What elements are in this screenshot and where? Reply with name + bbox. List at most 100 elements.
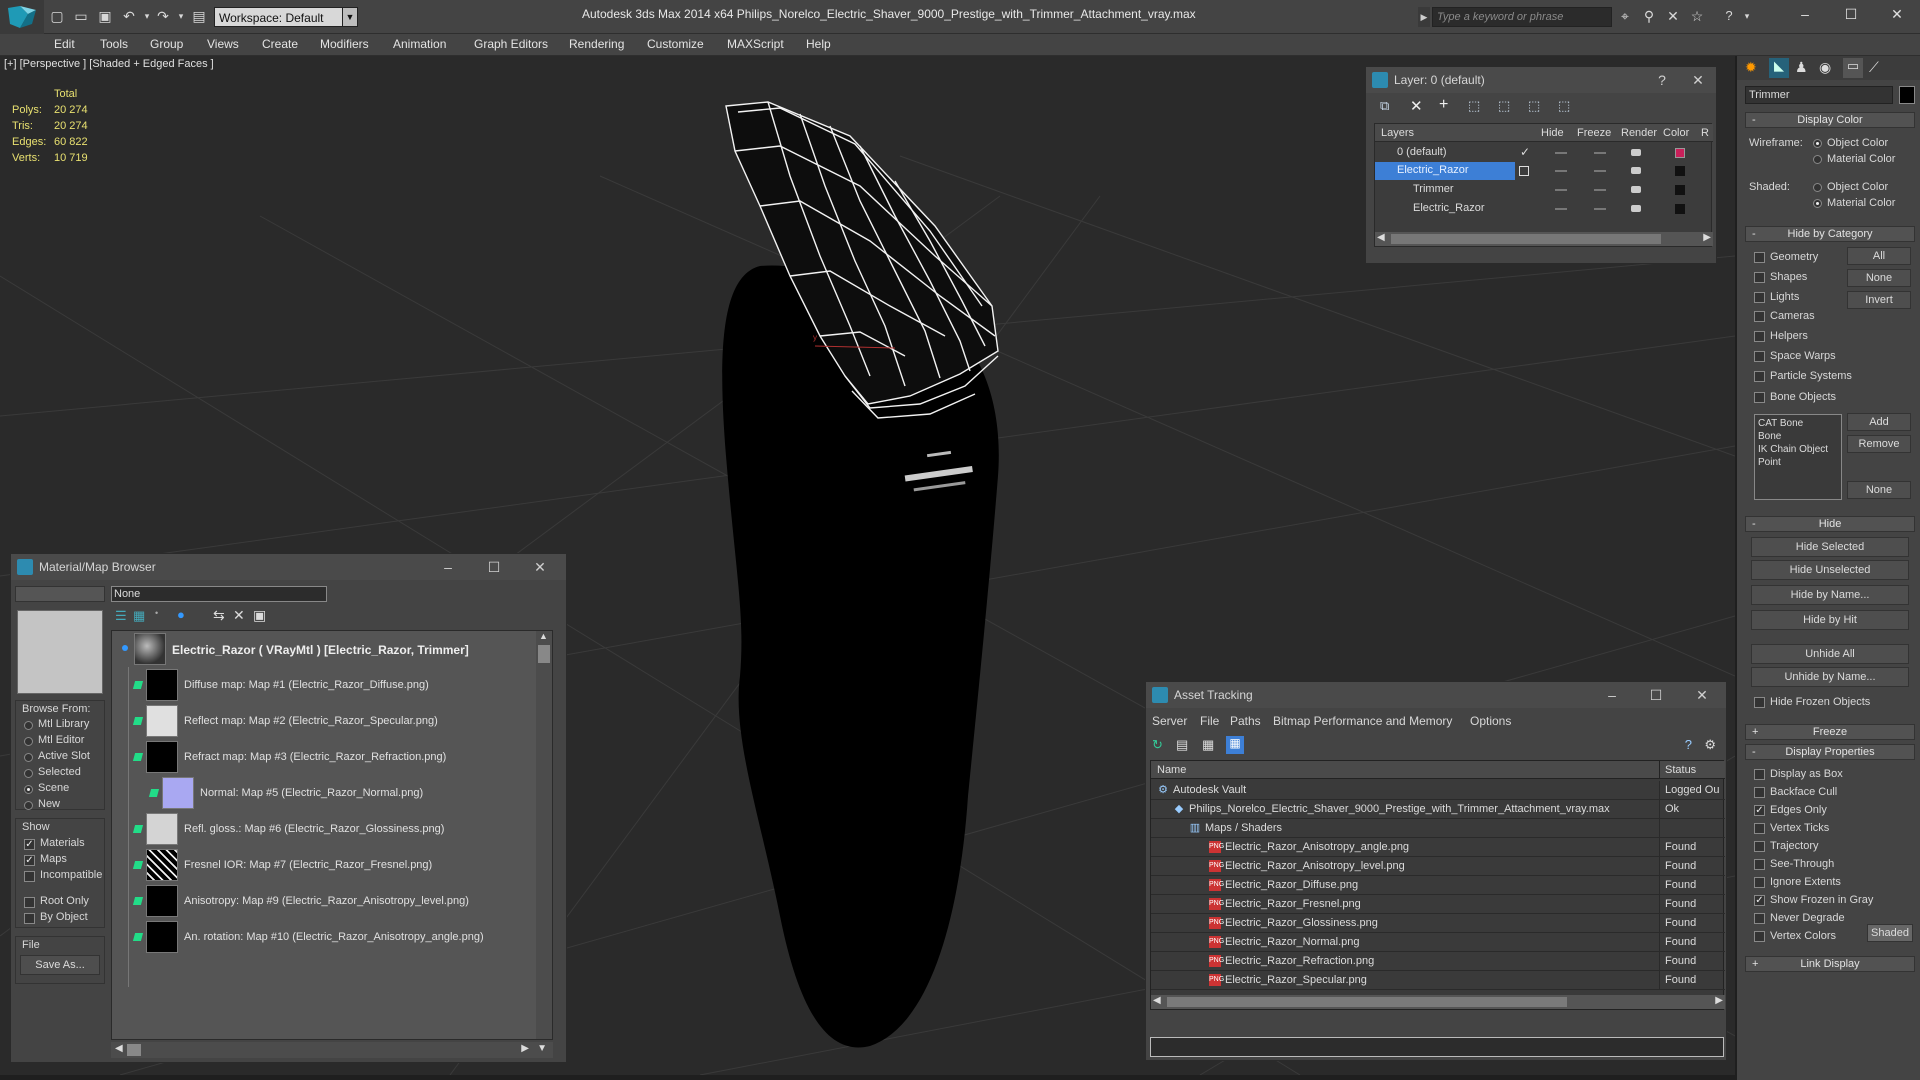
asset-row[interactable]: ◆ Philips_Norelco_Electric_Shaver_9000_Pr… [1151,800,1725,819]
render-teapot-icon[interactable] [1631,205,1641,212]
asset-row[interactable]: PNG Electric_Razor_Normal.png Found [1151,933,1725,952]
subscription-key-icon[interactable]: ⚲ [1640,8,1658,24]
checkbox-see-through[interactable] [1754,859,1765,870]
checkbox-ignore-extents[interactable] [1754,877,1765,888]
freeze-toggle[interactable] [1594,170,1606,172]
hide-toggle[interactable] [1555,189,1567,191]
asset-row[interactable]: PNG Electric_Razor_Glossiness.png Found [1151,914,1725,933]
save-as-button[interactable]: Save As... [20,955,100,975]
scroll-thumb[interactable] [538,645,550,663]
settings-icon[interactable]: ⚙ [1704,737,1716,753]
open-file-icon[interactable]: ▭ [72,8,90,24]
menu-maxscript[interactable]: MAXScript [727,37,784,51]
none-button[interactable]: None [1847,269,1911,287]
hide-toggle[interactable] [1555,208,1567,210]
scroll-right-icon[interactable]: ▶ [1715,995,1723,1006]
list-item[interactable]: Bone [1758,430,1838,443]
asset-row[interactable]: PNG Electric_Razor_Anisotropy_angle.png Fo… [1151,838,1725,857]
checkbox-show-frozen-in-gray[interactable]: ✓ [1754,895,1765,906]
options-icon[interactable]: ▣ [253,607,266,624]
col-layers[interactable]: Layers [1381,127,1414,139]
communication-center-icon[interactable]: ✕ [1664,8,1682,24]
close-window-icon[interactable]: ✕ [1882,4,1912,24]
render-teapot-icon[interactable] [1631,149,1641,156]
checkbox-incompatible[interactable] [24,871,35,882]
remove-icon[interactable]: ✕ [233,607,245,624]
unhide-by-name-button[interactable]: Unhide by Name... [1751,667,1909,687]
workspace-dropdown-arrow-icon[interactable]: ▼ [342,7,358,27]
minimize-icon[interactable]: – [434,557,462,577]
view-list-icon[interactable]: ☰ [115,608,127,624]
layer-row-props[interactable] [1515,162,1713,180]
hierarchy-tab-icon[interactable]: ♟ [1795,59,1808,76]
checkbox-never-degrade[interactable] [1754,913,1765,924]
checkbox-maps[interactable]: ✓ [24,855,35,866]
new-file-icon[interactable]: ▢ [48,8,66,24]
scroll-up-icon[interactable]: ▲ [539,631,548,641]
menu-help[interactable]: Help [806,37,831,51]
menu-animation[interactable]: Animation [393,37,446,51]
asset-menu-paths[interactable]: Paths [1230,714,1261,728]
scroll-left-icon[interactable]: ◀ [1153,995,1161,1006]
list-item[interactable]: IK Chain Object [1758,443,1838,456]
freeze-toggle[interactable] [1594,208,1606,210]
close-icon[interactable]: ✕ [1684,70,1712,90]
new-layer-icon[interactable]: ⧉ [1380,98,1389,114]
checkbox-display-as-box[interactable] [1754,769,1765,780]
utilities-tab-icon[interactable]: ⟋ [1869,59,1879,76]
list-item[interactable]: CAT Bone [1758,417,1838,430]
checkbox-trajectory[interactable] [1754,841,1765,852]
display-properties-header[interactable]: - Display Properties [1745,744,1915,760]
asset-horizontal-scrollbar[interactable]: ◀ ▶ [1151,995,1725,1009]
layer-horizontal-scrollbar[interactable]: ◀ ▶ [1375,232,1713,246]
view-dropdown-icon[interactable]: • [155,608,158,618]
favorites-star-icon[interactable]: ☆ [1688,8,1706,24]
checkbox-vertex-colors[interactable] [1754,931,1765,942]
map-item[interactable]: Anisotropy: Map #9 (Electric_Razor_Aniso… [132,885,552,919]
search-expand-icon[interactable]: ▶ [1418,7,1430,27]
checkbox-category-space-warps[interactable] [1754,351,1765,362]
checkbox-edges-only[interactable]: ✓ [1754,805,1765,816]
checkbox-hide-frozen[interactable] [1754,697,1765,708]
object-name-field[interactable]: Trimmer [1745,86,1893,104]
hide-unselected-button[interactable]: Hide Unselected [1751,560,1909,580]
radio-new[interactable] [24,801,33,810]
render-teapot-icon[interactable] [1631,186,1641,193]
modify-tab-icon[interactable]: ◣ [1769,58,1789,78]
sync-icon[interactable]: ⇆ [213,607,225,624]
asset-menu-file[interactable]: File [1200,714,1219,728]
layer-panel-title-bar[interactable]: Layer: 0 (default) ? ✕ [1366,67,1716,93]
remove-button[interactable]: Remove [1847,435,1911,453]
display-tab-icon[interactable]: ▭ [1843,58,1863,78]
minimize-window-icon[interactable]: – [1790,4,1820,24]
layer-object-row[interactable]: Electric_Razor [1375,200,1713,218]
menu-rendering[interactable]: Rendering [569,37,624,51]
workspace-dropdown[interactable]: Workspace: Default [214,7,358,27]
col-r[interactable]: R [1701,127,1709,139]
freeze-all-icon[interactable]: ⬚ [1558,98,1570,114]
layer-color-swatch[interactable] [1675,204,1685,214]
maximize-icon[interactable]: ☐ [480,557,508,577]
highlight-layer-icon[interactable]: ⬚ [1498,98,1510,114]
display-sphere-icon[interactable]: ● [177,607,185,622]
radio-active-slot[interactable] [24,753,33,762]
select-objects-icon[interactable]: ⬚ [1468,98,1480,114]
col-name[interactable]: Name [1157,764,1186,776]
col-render[interactable]: Render [1621,127,1657,139]
hide-all-icon[interactable]: ⬚ [1528,98,1540,114]
active-layer-check-icon[interactable]: ✓ [1520,145,1530,159]
menu-graph-editors[interactable]: Graph Editors [474,37,548,51]
hide-header[interactable]: - Hide [1745,516,1915,532]
minimize-icon[interactable]: – [1598,685,1626,705]
checkbox-materials[interactable]: ✓ [24,839,35,850]
scroll-left-icon[interactable]: ◀ [1377,232,1385,243]
shaded-button[interactable]: Shaded [1867,924,1913,942]
freeze-toggle[interactable] [1594,189,1606,191]
help-icon[interactable]: ? [1720,8,1738,24]
checkbox-category-shapes[interactable] [1754,272,1765,283]
render-teapot-icon[interactable] [1631,167,1641,174]
checkbox-category-lights[interactable] [1754,292,1765,303]
hide-by-name-button[interactable]: Hide by Name... [1751,585,1909,605]
map-item[interactable]: Fresnel IOR: Map #7 (Electric_Razor_Fres… [132,849,552,883]
layer-color-swatch[interactable] [1675,185,1685,195]
